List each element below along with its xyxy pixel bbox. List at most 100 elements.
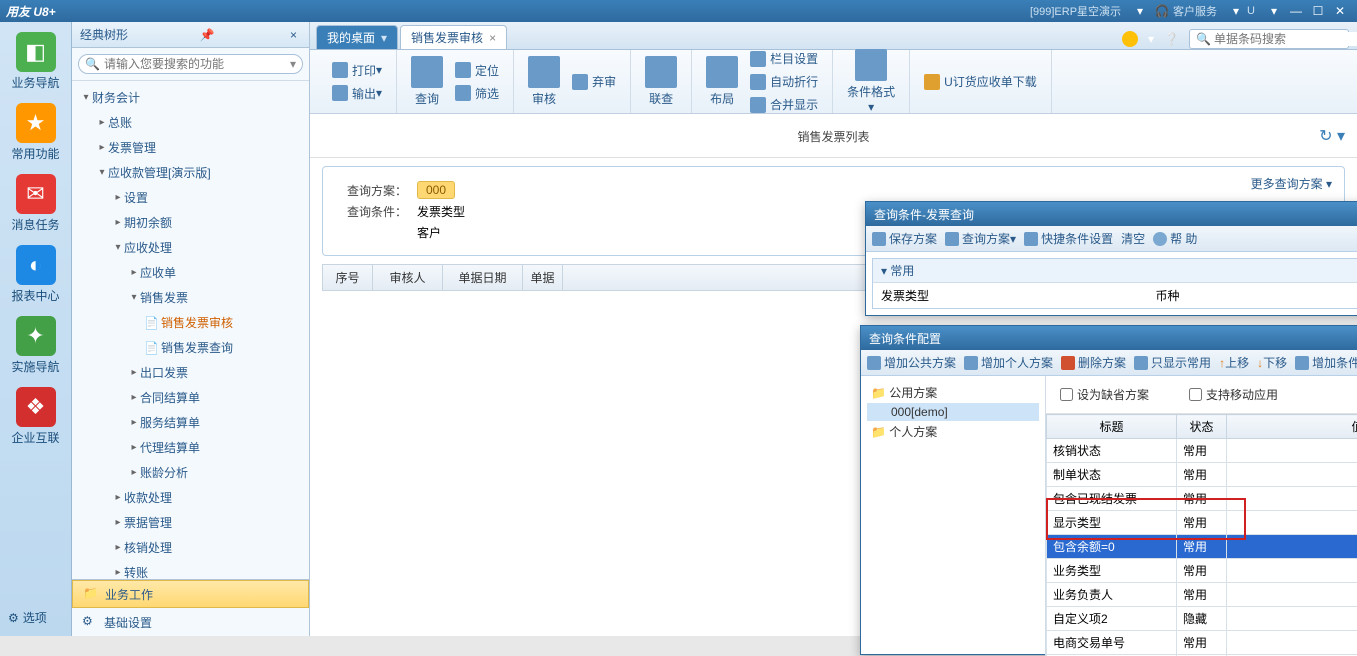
col-value[interactable]: 值 — [1227, 415, 1357, 439]
u-label[interactable]: U — [1247, 5, 1255, 17]
options-button[interactable]: ⚙选项 — [0, 605, 71, 630]
autowrap-button[interactable]: 自动折行 — [746, 71, 822, 92]
tree-node-transfer[interactable]: ▸转账 — [72, 562, 309, 579]
pin-icon[interactable]: 📌 — [196, 28, 219, 42]
show-common-button[interactable]: 只显示常用 — [1134, 354, 1211, 371]
tree-node-recv-bill[interactable]: ▸应收单 — [72, 262, 309, 283]
group-header[interactable]: ▾ 常用 — [873, 259, 1357, 283]
tree-node-sales-inv[interactable]: ▾销售发票 — [72, 287, 309, 308]
rail-reports[interactable]: ◐报表中心 — [6, 245, 66, 304]
tree-node-export-inv[interactable]: ▸出口发票 — [72, 362, 309, 383]
condition-row[interactable]: 核销状态常用 — [1047, 439, 1357, 463]
tree-public-plans[interactable]: 📁 公用方案 — [867, 382, 1039, 403]
rail-favorites[interactable]: ★常用功能 — [6, 103, 66, 162]
condition-row[interactable]: 包含余额=0常用0 — [1047, 535, 1357, 559]
link-button[interactable]: 联查 — [641, 54, 681, 109]
clear-button[interactable]: 清空 — [1121, 230, 1145, 247]
delete-plan-button[interactable]: 删除方案 — [1061, 354, 1126, 371]
condition-row[interactable]: 业务负责人常用 — [1047, 583, 1357, 607]
tree-node-service[interactable]: ▸服务结算单 — [72, 412, 309, 433]
tree-search-input[interactable] — [104, 57, 290, 71]
dialog-titlebar[interactable]: 查询条件配置 × — [861, 326, 1357, 350]
close-icon[interactable]: × — [489, 31, 496, 45]
dropdown-icon[interactable]: ▾ — [1266, 3, 1282, 19]
tree-node-writeoff[interactable]: ▸核销处理 — [72, 537, 309, 558]
tree-node-aging[interactable]: ▸账龄分析 — [72, 462, 309, 483]
tab-desktop[interactable]: 我的桌面▾ — [316, 25, 398, 49]
output-button[interactable]: 输出 ▾ — [328, 83, 386, 104]
locate-button[interactable]: 定位 — [451, 60, 503, 81]
rail-impl[interactable]: ✦实施导航 — [6, 316, 66, 375]
col-bill[interactable]: 单据 — [523, 265, 563, 290]
col-status[interactable]: 状态 — [1177, 415, 1227, 439]
barcode-input[interactable] — [1214, 32, 1357, 46]
tree-node-gl[interactable]: ▸总账 — [72, 112, 309, 133]
condition-row[interactable]: 显示类型常用0 — [1047, 511, 1357, 535]
smiley-icon[interactable] — [1122, 31, 1138, 47]
rail-enterprise[interactable]: ❖企业互联 — [6, 387, 66, 446]
dropdown-icon[interactable]: ▾ — [1228, 3, 1244, 19]
filter-button[interactable]: 筛选 — [451, 83, 503, 104]
col-date[interactable]: 单据日期 — [443, 265, 523, 290]
merge-button[interactable]: 合并显示 — [746, 94, 822, 115]
udownload-button[interactable]: U订货应收单下载 — [920, 71, 1041, 92]
mobile-checkbox[interactable]: 支持移动应用 — [1189, 386, 1278, 403]
dropdown-icon[interactable]: ▾ — [1148, 32, 1154, 46]
help-button[interactable]: 帮 助 — [1153, 230, 1197, 247]
col-seq[interactable]: 序号 — [323, 265, 373, 290]
move-up-button[interactable]: ↑ 上移 — [1219, 354, 1249, 371]
add-private-button[interactable]: 增加个人方案 — [964, 354, 1053, 371]
condition-row[interactable]: 制单状态常用 — [1047, 463, 1357, 487]
dropdown-icon[interactable]: ▾ — [290, 57, 296, 71]
help-icon[interactable]: ❔ — [1164, 32, 1179, 46]
tree-tab-base[interactable]: ⚙基础设置 — [72, 608, 309, 636]
tree-node-notes[interactable]: ▸票据管理 — [72, 512, 309, 533]
layout-button[interactable]: 布局 — [702, 54, 742, 109]
audit-button[interactable]: 审核 — [524, 54, 564, 109]
add-public-button[interactable]: 增加公共方案 — [867, 354, 956, 371]
default-plan-checkbox[interactable]: 设为缺省方案 — [1060, 386, 1149, 403]
print-button[interactable]: 打印 ▾ — [328, 60, 386, 81]
dialog-titlebar[interactable]: 查询条件-发票查询 × — [866, 202, 1357, 226]
add-condition-button[interactable]: 增加条件 — [1295, 354, 1357, 371]
close-icon[interactable]: ✕ — [1332, 3, 1348, 19]
save-plan-button[interactable]: 保存方案 — [872, 230, 937, 247]
service-label[interactable]: 客户服务 — [1173, 3, 1217, 19]
col-title[interactable]: 标题 — [1047, 415, 1177, 439]
condition-row[interactable]: 电商交易单号常用 — [1047, 631, 1357, 655]
tree-node-receipt[interactable]: ▸收款处理 — [72, 487, 309, 508]
tree-node-opening[interactable]: ▸期初余额 — [72, 212, 309, 233]
rail-messages[interactable]: ✉消息任务 — [6, 174, 66, 233]
tree-leaf-inv-audit[interactable]: 📄销售发票审核 — [72, 312, 309, 333]
tree-private-plans[interactable]: 📁 个人方案 — [867, 421, 1039, 442]
barcode-search[interactable]: 🔍 — [1189, 29, 1349, 49]
unaudit-button[interactable]: 弃审 — [568, 71, 620, 92]
tree-node-contract[interactable]: ▸合同结算单 — [72, 387, 309, 408]
col-auditor[interactable]: 审核人 — [373, 265, 443, 290]
tree-leaf-inv-query[interactable]: 📄销售发票查询 — [72, 337, 309, 358]
colset-button[interactable]: 栏目设置 — [746, 48, 822, 69]
dropdown-icon[interactable]: ▾ — [1132, 3, 1148, 19]
minimize-icon[interactable]: — — [1288, 3, 1304, 19]
tree-plan-demo[interactable]: 000[demo] — [867, 403, 1039, 421]
maximize-icon[interactable]: ☐ — [1310, 3, 1326, 19]
quick-setup-button[interactable]: 快捷条件设置 — [1024, 230, 1113, 247]
refresh-icon[interactable]: ↻ ▾ — [1319, 126, 1345, 146]
tree-tab-biz[interactable]: 📁业务工作 — [72, 580, 309, 608]
plan-badge[interactable]: 000 — [417, 181, 455, 199]
query-plan-button[interactable]: 查询方案 ▾ — [945, 230, 1016, 247]
tree-node-invoice-mgmt[interactable]: ▸发票管理 — [72, 137, 309, 158]
condition-row[interactable]: 自定义项2隐藏 — [1047, 607, 1357, 631]
tree-node-agent[interactable]: ▸代理结算单 — [72, 437, 309, 458]
query-button[interactable]: 查询 — [407, 54, 447, 109]
tree-node-recv-proc[interactable]: ▾应收处理 — [72, 237, 309, 258]
tree-node-receivable[interactable]: ▾应收款管理[演示版] — [72, 162, 309, 183]
condition-row[interactable]: 业务类型常用 — [1047, 559, 1357, 583]
move-down-button[interactable]: ↓ 下移 — [1257, 354, 1287, 371]
more-plans-link[interactable]: 更多查询方案 ▾ — [1251, 175, 1332, 192]
tree-node-finance[interactable]: ▾财务会计 — [72, 87, 309, 108]
rail-biz-nav[interactable]: ◧业务导航 — [6, 32, 66, 91]
condition-row[interactable]: 包含已现结发票常用 — [1047, 487, 1357, 511]
headset-icon[interactable]: 🎧 — [1154, 3, 1170, 19]
condfmt-button[interactable]: 条件格式 ▾ — [843, 47, 899, 116]
